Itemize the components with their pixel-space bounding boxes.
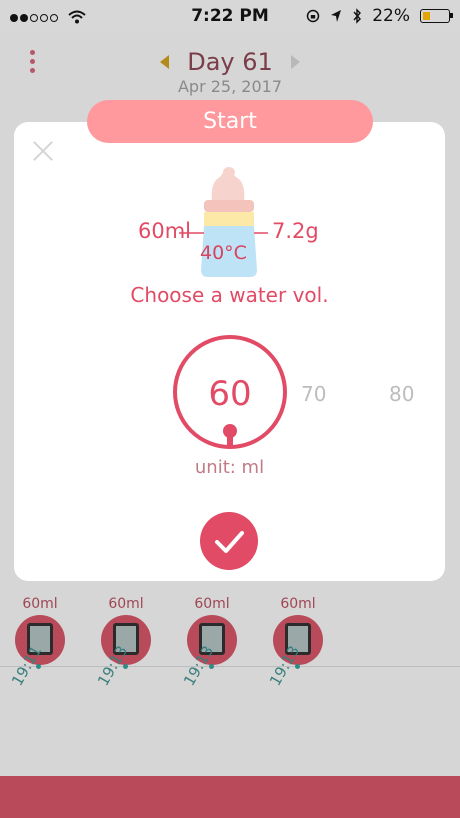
timeline-dot bbox=[295, 664, 300, 669]
feeding-history: 60ml 19:11 60ml 19:13 60ml 19:13 60ml 19… bbox=[0, 582, 460, 782]
location-arrow-icon bbox=[331, 10, 342, 22]
unit-label: unit: ml bbox=[194, 457, 265, 478]
volume-option[interactable]: 70 bbox=[301, 382, 326, 406]
entry-volume: 60ml bbox=[194, 596, 230, 612]
timeline-dot bbox=[36, 664, 41, 669]
day-date: Apr 25, 2017 bbox=[177, 77, 282, 96]
next-day-icon[interactable] bbox=[291, 55, 300, 69]
start-button[interactable]: Start bbox=[87, 100, 373, 143]
bluetooth-icon bbox=[353, 8, 362, 24]
status-bar: 7:22 PM 22% bbox=[0, 0, 460, 32]
footer-bar bbox=[0, 776, 460, 818]
battery-icon bbox=[420, 9, 453, 23]
orientation-lock-icon bbox=[306, 9, 320, 23]
status-right: 22% bbox=[306, 6, 453, 26]
timeline-dot bbox=[123, 664, 128, 669]
entry-volume: 60ml bbox=[108, 596, 144, 612]
history-entry[interactable]: 60ml 19:13 bbox=[94, 592, 154, 702]
history-entry[interactable]: 60ml 19:13 bbox=[180, 592, 240, 702]
history-entry[interactable]: 60ml 19:13 bbox=[266, 592, 326, 702]
timeline-dot bbox=[209, 664, 214, 669]
water-volume-modal: 60ml 7.2g 40°C Choose a water vol. 60 70… bbox=[14, 122, 445, 581]
selected-volume[interactable]: 60 bbox=[177, 374, 283, 414]
day-title: Day 61 bbox=[187, 48, 273, 76]
volume-option[interactable]: 80 bbox=[389, 382, 414, 406]
confirm-button[interactable] bbox=[200, 512, 258, 570]
entry-volume: 60ml bbox=[280, 596, 316, 612]
history-entry[interactable]: 60ml 19:11 bbox=[8, 592, 68, 702]
checkmark-icon bbox=[215, 531, 244, 553]
entry-volume: 60ml bbox=[22, 596, 58, 612]
battery-percent: 22% bbox=[372, 6, 410, 26]
